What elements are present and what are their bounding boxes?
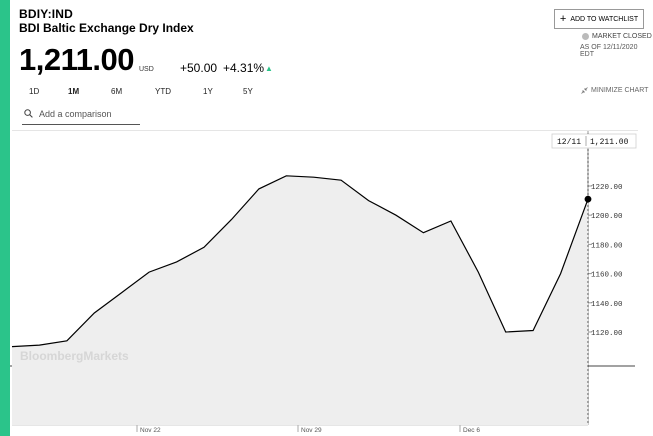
tooltip-date: 12/11 xyxy=(557,138,581,147)
price-area xyxy=(12,175,588,425)
tooltip: 12/11 1,211.00 xyxy=(551,133,637,149)
tooltip-value: 1,211.00 xyxy=(590,138,629,147)
x-axis-ticks: Nov 22 Nov 29 Dec 6 xyxy=(136,425,480,434)
y-tick-label: 1180.00 xyxy=(591,242,623,250)
y-axis-ticks: 1120.00 1140.00 1160.00 1180.00 1200.00 1220.… xyxy=(588,184,623,338)
y-tick-label: 1160.00 xyxy=(591,272,623,280)
y-tick-label: 1140.00 xyxy=(591,301,623,309)
x-tick-label: Nov 22 xyxy=(140,427,161,434)
x-tick-label: Dec 6 xyxy=(463,427,480,434)
bloomberg-watermark: BloombergMarkets xyxy=(20,349,129,363)
y-tick-label: 1220.00 xyxy=(591,184,623,192)
price-chart[interactable]: 1120.00 1140.00 1160.00 1180.00 1200.00 1220.… xyxy=(0,0,653,436)
y-tick-label: 1120.00 xyxy=(591,330,623,338)
x-tick-label: Nov 29 xyxy=(301,427,322,434)
last-point-marker[interactable] xyxy=(584,195,592,203)
y-tick-label: 1200.00 xyxy=(591,213,623,221)
